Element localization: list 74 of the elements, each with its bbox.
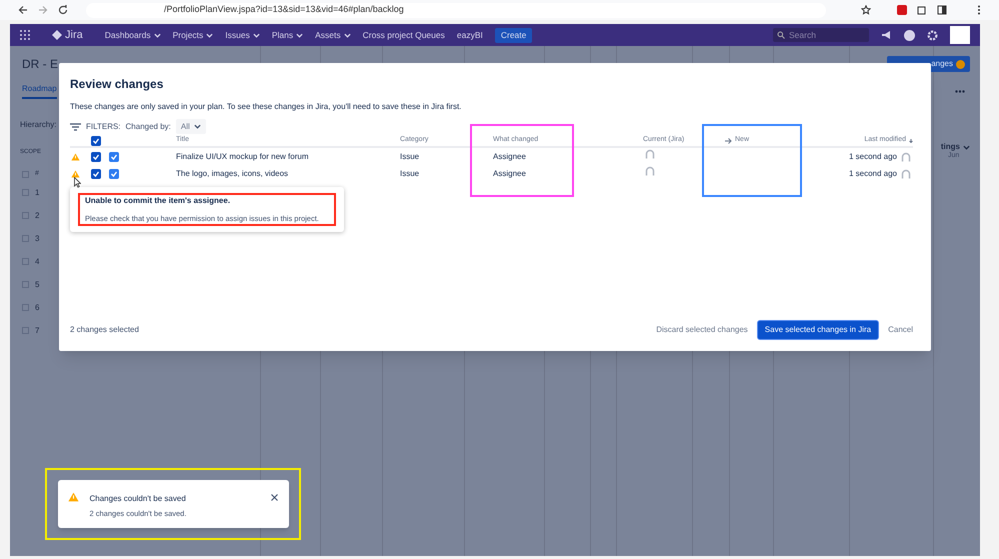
back-icon[interactable] xyxy=(18,5,28,15)
save-button[interactable]: Save selected changes in Jira xyxy=(756,320,880,340)
chevron-down-icon xyxy=(963,144,970,150)
create-button[interactable]: Create xyxy=(494,28,532,42)
title-cell: Finalize UI/UX mockup for new forum xyxy=(176,150,308,162)
filter-icon xyxy=(70,122,81,130)
plan-title: DR - E xyxy=(22,56,59,73)
checkbox[interactable] xyxy=(91,152,101,162)
settings-icon[interactable] xyxy=(927,30,938,40)
filters-label: FILTERS: xyxy=(86,120,121,132)
more-icon[interactable] xyxy=(977,5,981,15)
nav-item[interactable]: Projects xyxy=(172,28,214,42)
dialog-title: Review changes xyxy=(70,76,164,93)
checkbox[interactable] xyxy=(91,136,101,146)
warning-icon xyxy=(68,492,78,502)
side-panel-icon[interactable] xyxy=(937,5,947,15)
row-checkbox[interactable] xyxy=(22,189,29,196)
chevron-down-icon xyxy=(194,124,201,129)
row-checkbox[interactable] xyxy=(22,235,29,242)
nav-item[interactable]: Assets xyxy=(315,28,351,42)
tooltip-title: Unable to commit the item's assignee. xyxy=(85,194,232,207)
star-icon[interactable] xyxy=(861,5,871,15)
toast-title: Changes couldn't be saved xyxy=(90,493,186,505)
arrow-right-icon xyxy=(725,138,732,144)
hierarchy-label: Hierarchy: xyxy=(20,119,56,131)
nav-item[interactable]: Dashboards xyxy=(104,28,161,42)
search-field[interactable]: Search xyxy=(773,28,869,42)
last-modified-cell: 1 second ago xyxy=(848,150,897,162)
row-checkbox[interactable] xyxy=(22,304,29,311)
checkbox[interactable] xyxy=(91,168,101,178)
row-number: 5 xyxy=(35,278,40,290)
chevron-down-icon xyxy=(252,32,260,38)
settings-menu[interactable]: tings xyxy=(940,141,970,153)
chevron-down-icon xyxy=(154,32,161,38)
nav-item[interactable]: Plans xyxy=(272,28,304,42)
nav-item[interactable]: eazyBI xyxy=(456,28,483,42)
row-checkbox[interactable] xyxy=(22,327,29,334)
what-changed-cell: Assignee xyxy=(493,168,526,180)
last-modified-cell: 1 second ago xyxy=(848,168,897,180)
row-number: 6 xyxy=(35,302,40,314)
checkbox[interactable] xyxy=(109,168,119,178)
cancel-button[interactable]: Cancel xyxy=(888,324,913,336)
what-changed-cell: Assignee xyxy=(493,150,526,162)
chevron-down-icon xyxy=(206,32,214,38)
row-number: 2 xyxy=(35,210,40,222)
reload-icon[interactable] xyxy=(58,5,68,15)
row-number: 3 xyxy=(35,232,40,244)
changed-by-dropdown[interactable]: All xyxy=(176,119,206,134)
row-number: 7 xyxy=(35,324,40,336)
search-icon xyxy=(777,31,785,39)
row-checkbox[interactable] xyxy=(22,281,29,288)
row-checkbox[interactable] xyxy=(22,258,29,265)
megaphone-icon[interactable] xyxy=(881,30,892,40)
close-icon[interactable] xyxy=(270,494,278,501)
dialog-subtitle: These changes are only saved in your plan. To see these changes in Jira, you'll need to save these in Jira first. xyxy=(70,101,462,113)
changed-by-label: Changed by: xyxy=(126,120,171,132)
title-cell: The logo, images, icons, videos xyxy=(176,168,288,180)
category-cell: Issue xyxy=(400,150,420,162)
row-number: 1 xyxy=(35,186,40,198)
sort-icon[interactable] xyxy=(909,138,913,142)
product-logo[interactable]: Jira xyxy=(52,26,83,44)
row-number: 4 xyxy=(35,256,40,268)
discard-button[interactable]: Discard selected changes xyxy=(656,324,748,336)
extension-icon[interactable] xyxy=(897,5,907,15)
chevron-down-icon xyxy=(296,32,304,38)
nav-item[interactable]: Cross project Queues xyxy=(362,28,445,42)
row-checkbox[interactable] xyxy=(22,212,29,219)
app-grid-icon[interactable] xyxy=(20,30,30,40)
selected-count: 2 changes selected xyxy=(70,324,139,336)
checkbox[interactable] xyxy=(109,152,119,162)
category-cell: Issue xyxy=(400,168,420,180)
nav-item[interactable]: Issues xyxy=(225,28,260,42)
chevron-down-icon xyxy=(344,32,351,38)
address-field[interactable]: /PortfolioPlanView.jspa?id=13&sid=13&vid=46#plan/backlog xyxy=(86,2,826,18)
